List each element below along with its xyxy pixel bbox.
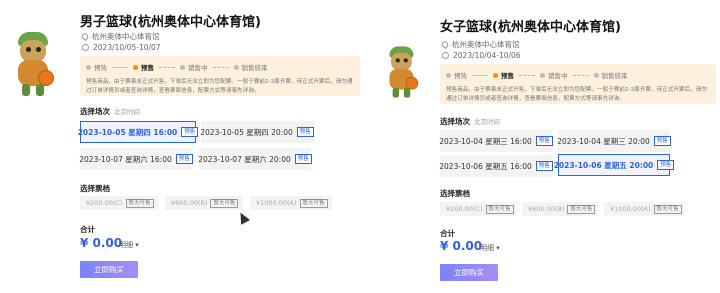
presale-tag: 预售 <box>653 136 671 146</box>
step-sale-ended: 销售结束 <box>241 64 268 72</box>
price-text: ¥200.00(C) <box>446 205 483 213</box>
price-option[interactable]: ¥600.00(B) 暂无可售 <box>522 202 598 216</box>
unavailable-tag: 暂无可售 <box>299 198 328 208</box>
step-sale-ended: 销售结束 <box>601 72 628 80</box>
step-dot-icon <box>593 72 599 78</box>
session-section-label: 选择场次 北京时间 <box>80 106 140 117</box>
price-option[interactable]: ¥1000.00(A) 暂无可售 <box>604 202 684 216</box>
session-text: 2023-10-07 星期六 20:00 <box>198 154 291 164</box>
step-on-sale: 销售中 <box>188 64 208 72</box>
session-label: 选择场次 <box>440 117 470 126</box>
timezone-hint: 北京时间 <box>474 118 500 126</box>
unavailable-tag: 暂无可售 <box>210 198 239 208</box>
women-basketball-panel: 女子篮球(杭州奥体中心体育馆) 杭州奥体中心体育馆 2023/10/04-10/… <box>378 0 720 293</box>
location-icon <box>440 39 450 50</box>
session-option[interactable]: 2023-10-04 星期三 16:00 预售 <box>439 130 553 152</box>
step-dot-icon <box>540 72 545 78</box>
page-title: 男子篮球(杭州奥体中心体育馆) <box>80 15 261 30</box>
session-option[interactable]: 2023-10-05 星期四 16:00 预售 <box>77 121 199 143</box>
sale-notice: 预热 预售 销售中 销售结束 预售商品，由于赛事未正式开售，下单后无法立即为您配… <box>440 64 716 104</box>
unavailable-tag: 暂无可售 <box>485 204 514 214</box>
date-row: 2023/10/05-10/07 <box>82 43 161 52</box>
presale-tag: 预售 <box>535 136 553 146</box>
buy-now-button[interactable]: 立即购买 <box>440 264 498 281</box>
date-row: 2023/10/04-10/06 <box>442 51 521 60</box>
step-dot-icon <box>446 72 451 78</box>
clock-icon <box>442 52 449 59</box>
date-range-text: 2023/10/05-10/07 <box>93 43 161 52</box>
session-text: 2023-10-07 星期六 16:00 <box>79 154 172 164</box>
session-text: 2023-10-04 星期三 20:00 <box>557 136 650 146</box>
session-section-label: 选择场次 北京时间 <box>440 116 500 127</box>
session-option[interactable]: 2023-10-07 星期六 16:00 预售 <box>79 148 193 170</box>
price-option[interactable]: ¥1000.00(A) 暂无可售 <box>250 196 332 210</box>
step-presale: 预售 <box>141 64 154 72</box>
step-dot-icon <box>233 64 239 70</box>
session-text: 2023-10-06 星期五 16:00 <box>439 161 532 171</box>
total-amount: ¥ 0.00 <box>440 239 483 253</box>
price-text: ¥600.00(B) <box>171 199 208 207</box>
session-text: 2023-10-06 星期五 20:00 <box>553 160 654 170</box>
step-dot-icon <box>493 72 498 78</box>
session-option[interactable]: 2023-10-07 星期六 20:00 预售 <box>198 148 312 170</box>
price-section-label: 选择票档 <box>80 184 110 193</box>
unavailable-tag: 暂无可售 <box>653 204 682 214</box>
total-label: 合计 <box>80 225 95 234</box>
sale-steps: 预热 预售 销售中 销售结束 <box>86 62 268 72</box>
step-on-sale: 销售中 <box>548 72 568 80</box>
unavailable-tag: 暂无可售 <box>125 198 154 208</box>
notice-text: 预售商品，由于赛事未正式开售，下单后无法立即为您配票。一般于赛前2-3周开票，待… <box>86 79 353 94</box>
price-text: ¥200.00(C) <box>86 199 123 207</box>
page-title: 女子篮球(杭州奥体中心体育馆) <box>440 20 621 35</box>
session-text: 2023-10-05 星期四 20:00 <box>200 127 293 137</box>
notice-text: 预售商品，由于赛事未正式开售，下单后无法立即为您配票。一般于赛前2-3周开票，待… <box>446 87 707 102</box>
session-label: 选择场次 <box>80 107 110 116</box>
step-dot-icon <box>180 64 185 70</box>
men-basketball-panel: 男子篮球(杭州奥体中心体育馆) 杭州奥体中心体育馆 2023/10/05-10/… <box>0 0 360 293</box>
venue-row: 杭州奥体中心体育馆 <box>80 31 160 42</box>
session-option[interactable]: 2023-10-06 星期五 20:00 预售 <box>554 154 675 176</box>
timezone-hint: 北京时间 <box>114 108 140 116</box>
price-option[interactable]: ¥200.00(C) 暂无可售 <box>80 196 158 210</box>
date-range-text: 2023/10/04-10/06 <box>453 51 521 60</box>
buy-now-button[interactable]: 立即购买 <box>80 261 138 278</box>
session-option[interactable]: 2023-10-05 星期四 20:00 预售 <box>200 121 314 143</box>
mascot-image <box>12 30 58 98</box>
session-text: 2023-10-05 星期四 16:00 <box>77 127 178 137</box>
price-option[interactable]: ¥600.00(B) 暂无可售 <box>165 196 243 210</box>
unavailable-tag: 暂无可售 <box>567 204 596 214</box>
price-option[interactable]: ¥200.00(C) 暂无可售 <box>440 202 516 216</box>
mascot-image <box>385 45 422 99</box>
detail-dropdown[interactable]: 明细 ▾ <box>480 243 500 253</box>
presale-tag: 预售 <box>175 154 193 164</box>
sale-notice: 预热 预售 销售中 销售结束 预售商品，由于赛事未正式开售，下单后无法立即为您配… <box>80 56 360 96</box>
presale-tag: 预售 <box>181 127 199 137</box>
total-label: 合计 <box>440 229 455 238</box>
step-warmup: 预热 <box>454 72 467 80</box>
presale-tag: 预售 <box>294 154 312 164</box>
step-warmup: 预热 <box>94 64 107 72</box>
session-option[interactable]: 2023-10-04 星期三 20:00 预售 <box>557 130 671 152</box>
step-dot-icon <box>86 64 91 70</box>
clock-icon <box>82 44 89 51</box>
detail-dropdown[interactable]: 明细 ▾ <box>119 240 139 250</box>
step-dot-icon <box>133 64 138 70</box>
step-presale: 预售 <box>501 72 514 80</box>
session-option[interactable]: 2023-10-06 星期五 16:00 预售 <box>439 155 553 177</box>
presale-tag: 预售 <box>657 160 675 170</box>
total-amount: ¥ 0.00 <box>80 236 123 250</box>
venue-text: 杭州奥体中心体育馆 <box>92 32 160 41</box>
price-text: ¥1000.00(A) <box>610 205 651 213</box>
location-icon <box>80 31 90 42</box>
price-text: ¥1000.00(A) <box>256 199 297 207</box>
venue-row: 杭州奥体中心体育馆 <box>440 39 520 50</box>
presale-tag: 预售 <box>296 127 314 137</box>
price-text: ¥600.00(B) <box>528 205 565 213</box>
venue-text: 杭州奥体中心体育馆 <box>452 40 520 49</box>
presale-tag: 预售 <box>535 161 553 171</box>
price-section-label: 选择票档 <box>440 189 470 198</box>
session-text: 2023-10-04 星期三 16:00 <box>439 136 532 146</box>
sale-steps: 预热 预售 销售中 销售结束 <box>446 70 628 80</box>
